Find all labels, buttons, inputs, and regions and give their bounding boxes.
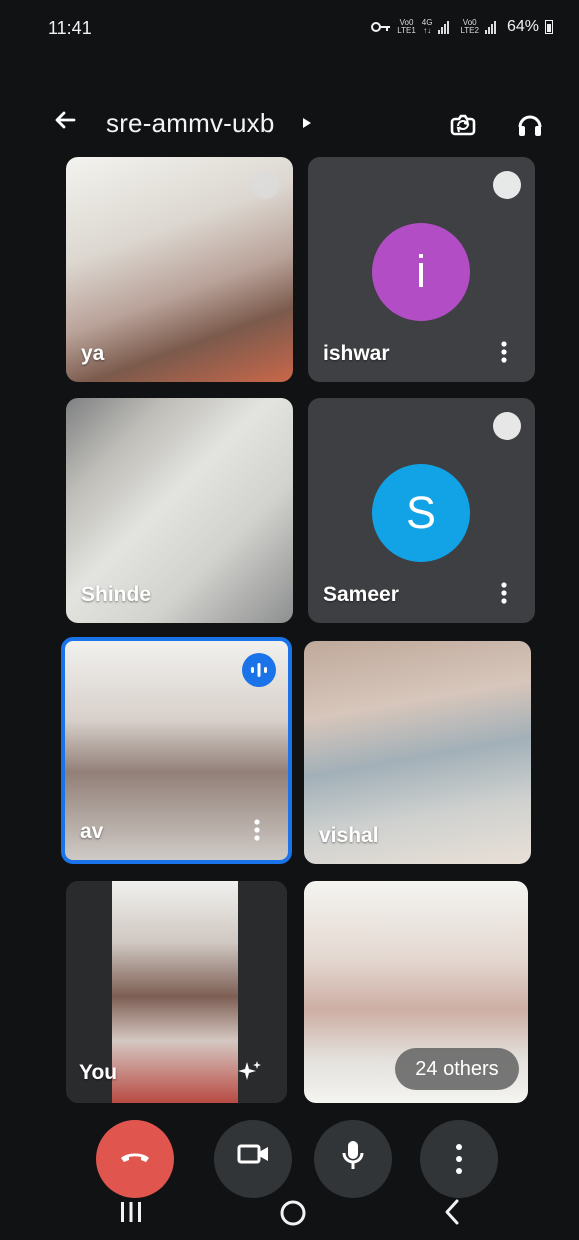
microphone-icon (342, 1141, 364, 1169)
phone-hangup-icon (121, 1153, 149, 1162)
network-4g-indicator: 4G ↑↓ (421, 18, 433, 35)
status-indicators: Vo0 LTE1 4G ↑↓ Vo0 LTE2 64% (371, 18, 553, 36)
participant-name: av (80, 820, 104, 843)
volte-indicator-1: Vo0 LTE1 (397, 18, 416, 35)
more-options-icon[interactable] (495, 581, 513, 605)
others-count-button[interactable]: 24 others (395, 1048, 519, 1090)
audio-wave-icon (251, 663, 267, 677)
status-time: 11:41 (48, 18, 92, 38)
participant-tile[interactable]: i ishwar (308, 157, 535, 382)
participant-name: Shinde (81, 583, 152, 606)
video-camera-icon (237, 1144, 268, 1164)
battery-icon (545, 20, 553, 34)
more-vertical-icon (456, 1144, 462, 1174)
signal-icon-1 (438, 20, 454, 34)
participant-tile[interactable]: S Sameer (308, 398, 535, 623)
headphones-icon[interactable] (515, 110, 545, 140)
more-options-icon[interactable] (495, 340, 513, 364)
participant-tile[interactable]: Shinde (66, 398, 293, 623)
participant-tile[interactable]: 24 others (304, 881, 528, 1103)
status-bar: 11:41 Vo0 LTE1 4G ↑↓ Vo0 LTE2 64% (0, 0, 579, 56)
back-arrow-icon[interactable] (52, 107, 78, 133)
switch-camera-icon[interactable] (447, 109, 479, 141)
participant-tile-active-speaker[interactable]: av (61, 637, 292, 864)
signal-icon-2 (484, 20, 501, 34)
self-view-tile[interactable]: You (66, 881, 287, 1103)
effects-sparkle-icon[interactable] (237, 1059, 263, 1085)
home-icon[interactable] (276, 1196, 310, 1230)
recent-apps-icon[interactable] (118, 1200, 144, 1224)
speaking-indicator-icon (242, 653, 276, 687)
mic-off-icon (251, 171, 279, 199)
back-icon[interactable] (441, 1198, 463, 1226)
participant-name: vishal (319, 824, 379, 847)
participant-name: You (79, 1061, 118, 1084)
participant-avatar: i (372, 223, 470, 321)
meeting-code[interactable]: sre-ammv-uxb (106, 108, 275, 139)
vpn-key-icon (371, 22, 391, 32)
self-video (112, 881, 238, 1103)
volte-indicator-2: Vo0 LTE2 (460, 18, 479, 35)
meeting-topbar: sre-ammv-uxb (0, 103, 579, 147)
participant-tile[interactable]: ya (66, 157, 293, 382)
battery-percent: 64% (506, 18, 539, 35)
meeting-info-arrow-icon[interactable] (302, 117, 312, 129)
system-navigation-bar (0, 1186, 579, 1240)
mic-off-icon (493, 412, 521, 440)
more-options-icon[interactable] (248, 818, 266, 842)
call-controls (0, 1120, 579, 1198)
mic-off-icon (493, 171, 521, 199)
participant-name: ya (81, 342, 105, 365)
participant-tile[interactable]: vishal (304, 641, 531, 864)
participant-name: ishwar (323, 342, 390, 365)
participant-name: Sameer (323, 583, 399, 606)
participant-avatar: S (372, 464, 470, 562)
